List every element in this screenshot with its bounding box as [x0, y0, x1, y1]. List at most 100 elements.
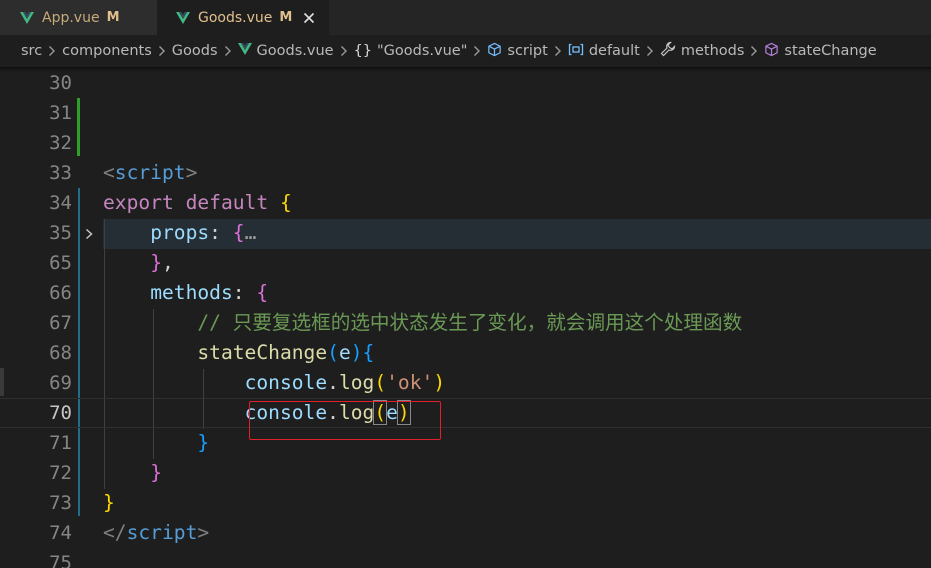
code-line[interactable]: 30	[0, 68, 931, 98]
code-token: {	[256, 281, 269, 304]
code-token: >	[197, 521, 210, 544]
code-text: export default {	[103, 188, 292, 218]
line-number: 69	[49, 372, 72, 394]
code-line[interactable]: 31	[0, 98, 931, 128]
code-text: },	[103, 248, 174, 278]
code-text: console.log('ok')	[103, 368, 446, 398]
code-token: …	[244, 221, 257, 244]
chevron-right-icon	[48, 45, 56, 57]
close-icon[interactable]	[302, 11, 316, 25]
scroll-marker	[0, 368, 4, 396]
breadcrumb-label: script	[507, 43, 548, 59]
code-text: </script>	[103, 518, 209, 548]
code-line[interactable]: 69 console.log('ok')	[0, 368, 931, 398]
code-line[interactable]: 66 methods: {	[0, 278, 931, 308]
breadcrumb-goods-vue-file[interactable]: Goods.vue	[237, 43, 334, 59]
chevron-right-icon	[158, 45, 166, 57]
line-number: 71	[49, 432, 72, 454]
code-token: (	[374, 371, 387, 394]
code-line[interactable]: 35 props: {…	[0, 218, 931, 248]
code-token: 'ok'	[386, 371, 434, 394]
breadcrumb-label: methods	[680, 43, 745, 59]
breadcrumb-components[interactable]: components	[62, 43, 152, 59]
breadcrumb-statechange[interactable]: stateChange	[764, 42, 877, 61]
breadcrumb-methods[interactable]: methods	[660, 41, 745, 61]
breadcrumb-label: "Goods.vue"	[377, 43, 468, 59]
line-number: 67	[49, 312, 72, 334]
code-line[interactable]: 65 },	[0, 248, 931, 278]
code-line[interactable]: 72 }	[0, 458, 931, 488]
chevron-right-icon	[750, 45, 758, 57]
code-token: console	[244, 371, 328, 394]
code-token: }	[103, 491, 115, 514]
breadcrumb: src components Goods Goods.vue {} "Goods…	[0, 35, 931, 67]
breadcrumb-label: stateChange	[784, 43, 877, 59]
code-token: script	[114, 161, 186, 184]
line-number: 65	[49, 252, 72, 274]
tab-bar: App.vue M Goods.vue M	[0, 0, 931, 35]
code-token: {	[232, 221, 245, 244]
code-text: stateChange(e){	[103, 338, 374, 368]
line-number: 70	[49, 402, 72, 424]
modified-badge: M	[279, 10, 293, 25]
code-token: {	[362, 341, 375, 364]
breadcrumb-label: default	[588, 43, 640, 59]
line-number: 75	[49, 552, 72, 568]
code-text: props: {…	[103, 218, 256, 248]
code-editor[interactable]: 30 31 32 33 <script> 34 export default {…	[0, 67, 931, 568]
chevron-right-icon	[340, 45, 348, 57]
code-line-current[interactable]: 70 console.log(e)	[0, 398, 931, 428]
code-line[interactable]: 68 stateChange(e){	[0, 338, 931, 368]
code-text: }	[103, 458, 162, 488]
code-text: // 只要复选框的选中状态发生了变化，就会调用这个处理函数	[103, 308, 742, 338]
tab-app-vue[interactable]: App.vue M	[0, 0, 157, 35]
tab-label: Goods.vue	[198, 9, 273, 26]
wrench-icon	[660, 41, 676, 61]
line-number: 74	[49, 522, 72, 544]
line-number: 33	[49, 162, 72, 184]
line-number: 72	[49, 462, 72, 484]
code-token: log	[338, 371, 375, 394]
chevron-right-icon[interactable]	[83, 226, 95, 240]
code-line[interactable]: 71 }	[0, 428, 931, 458]
line-number: 31	[49, 102, 72, 124]
line-number: 68	[49, 342, 72, 364]
code-line[interactable]: 67 // 只要复选框的选中状态发生了变化，就会调用这个处理函数	[0, 308, 931, 338]
code-line[interactable]: 34 export default {	[0, 188, 931, 218]
code-text: <script>	[103, 158, 197, 188]
breadcrumb-label: components	[62, 43, 152, 59]
tab-goods-vue[interactable]: Goods.vue M	[157, 0, 329, 35]
breadcrumb-script[interactable]: script	[487, 42, 548, 61]
code-line[interactable]: 32	[0, 128, 931, 158]
modified-badge: M	[106, 10, 120, 25]
code-line[interactable]: 73 }	[0, 488, 931, 518]
breadcrumb-label: src	[21, 43, 43, 59]
breadcrumb-module-object[interactable]: {} "Goods.vue"	[354, 43, 468, 59]
code-token: export	[103, 191, 174, 214]
code-token: )	[350, 341, 363, 364]
code-text: }	[103, 428, 209, 458]
chevron-right-icon	[224, 45, 232, 57]
code-line[interactable]: 33 <script>	[0, 158, 931, 188]
method-cube-icon	[764, 42, 779, 61]
code-token: <	[103, 161, 115, 184]
code-line[interactable]: 75	[0, 548, 931, 568]
code-text: methods: {	[103, 278, 268, 308]
code-token: props	[150, 221, 210, 244]
line-number: 30	[49, 72, 72, 94]
breadcrumb-label: Goods.vue	[256, 43, 334, 59]
code-token: :	[232, 281, 257, 304]
chevron-right-icon	[646, 45, 654, 57]
breadcrumb-label: Goods	[171, 43, 218, 59]
code-line[interactable]: 74 </script>	[0, 518, 931, 548]
breadcrumb-default[interactable]: default	[568, 43, 640, 60]
breadcrumb-goods-folder[interactable]: Goods	[172, 43, 218, 59]
breadcrumb-src[interactable]: src	[21, 43, 42, 59]
